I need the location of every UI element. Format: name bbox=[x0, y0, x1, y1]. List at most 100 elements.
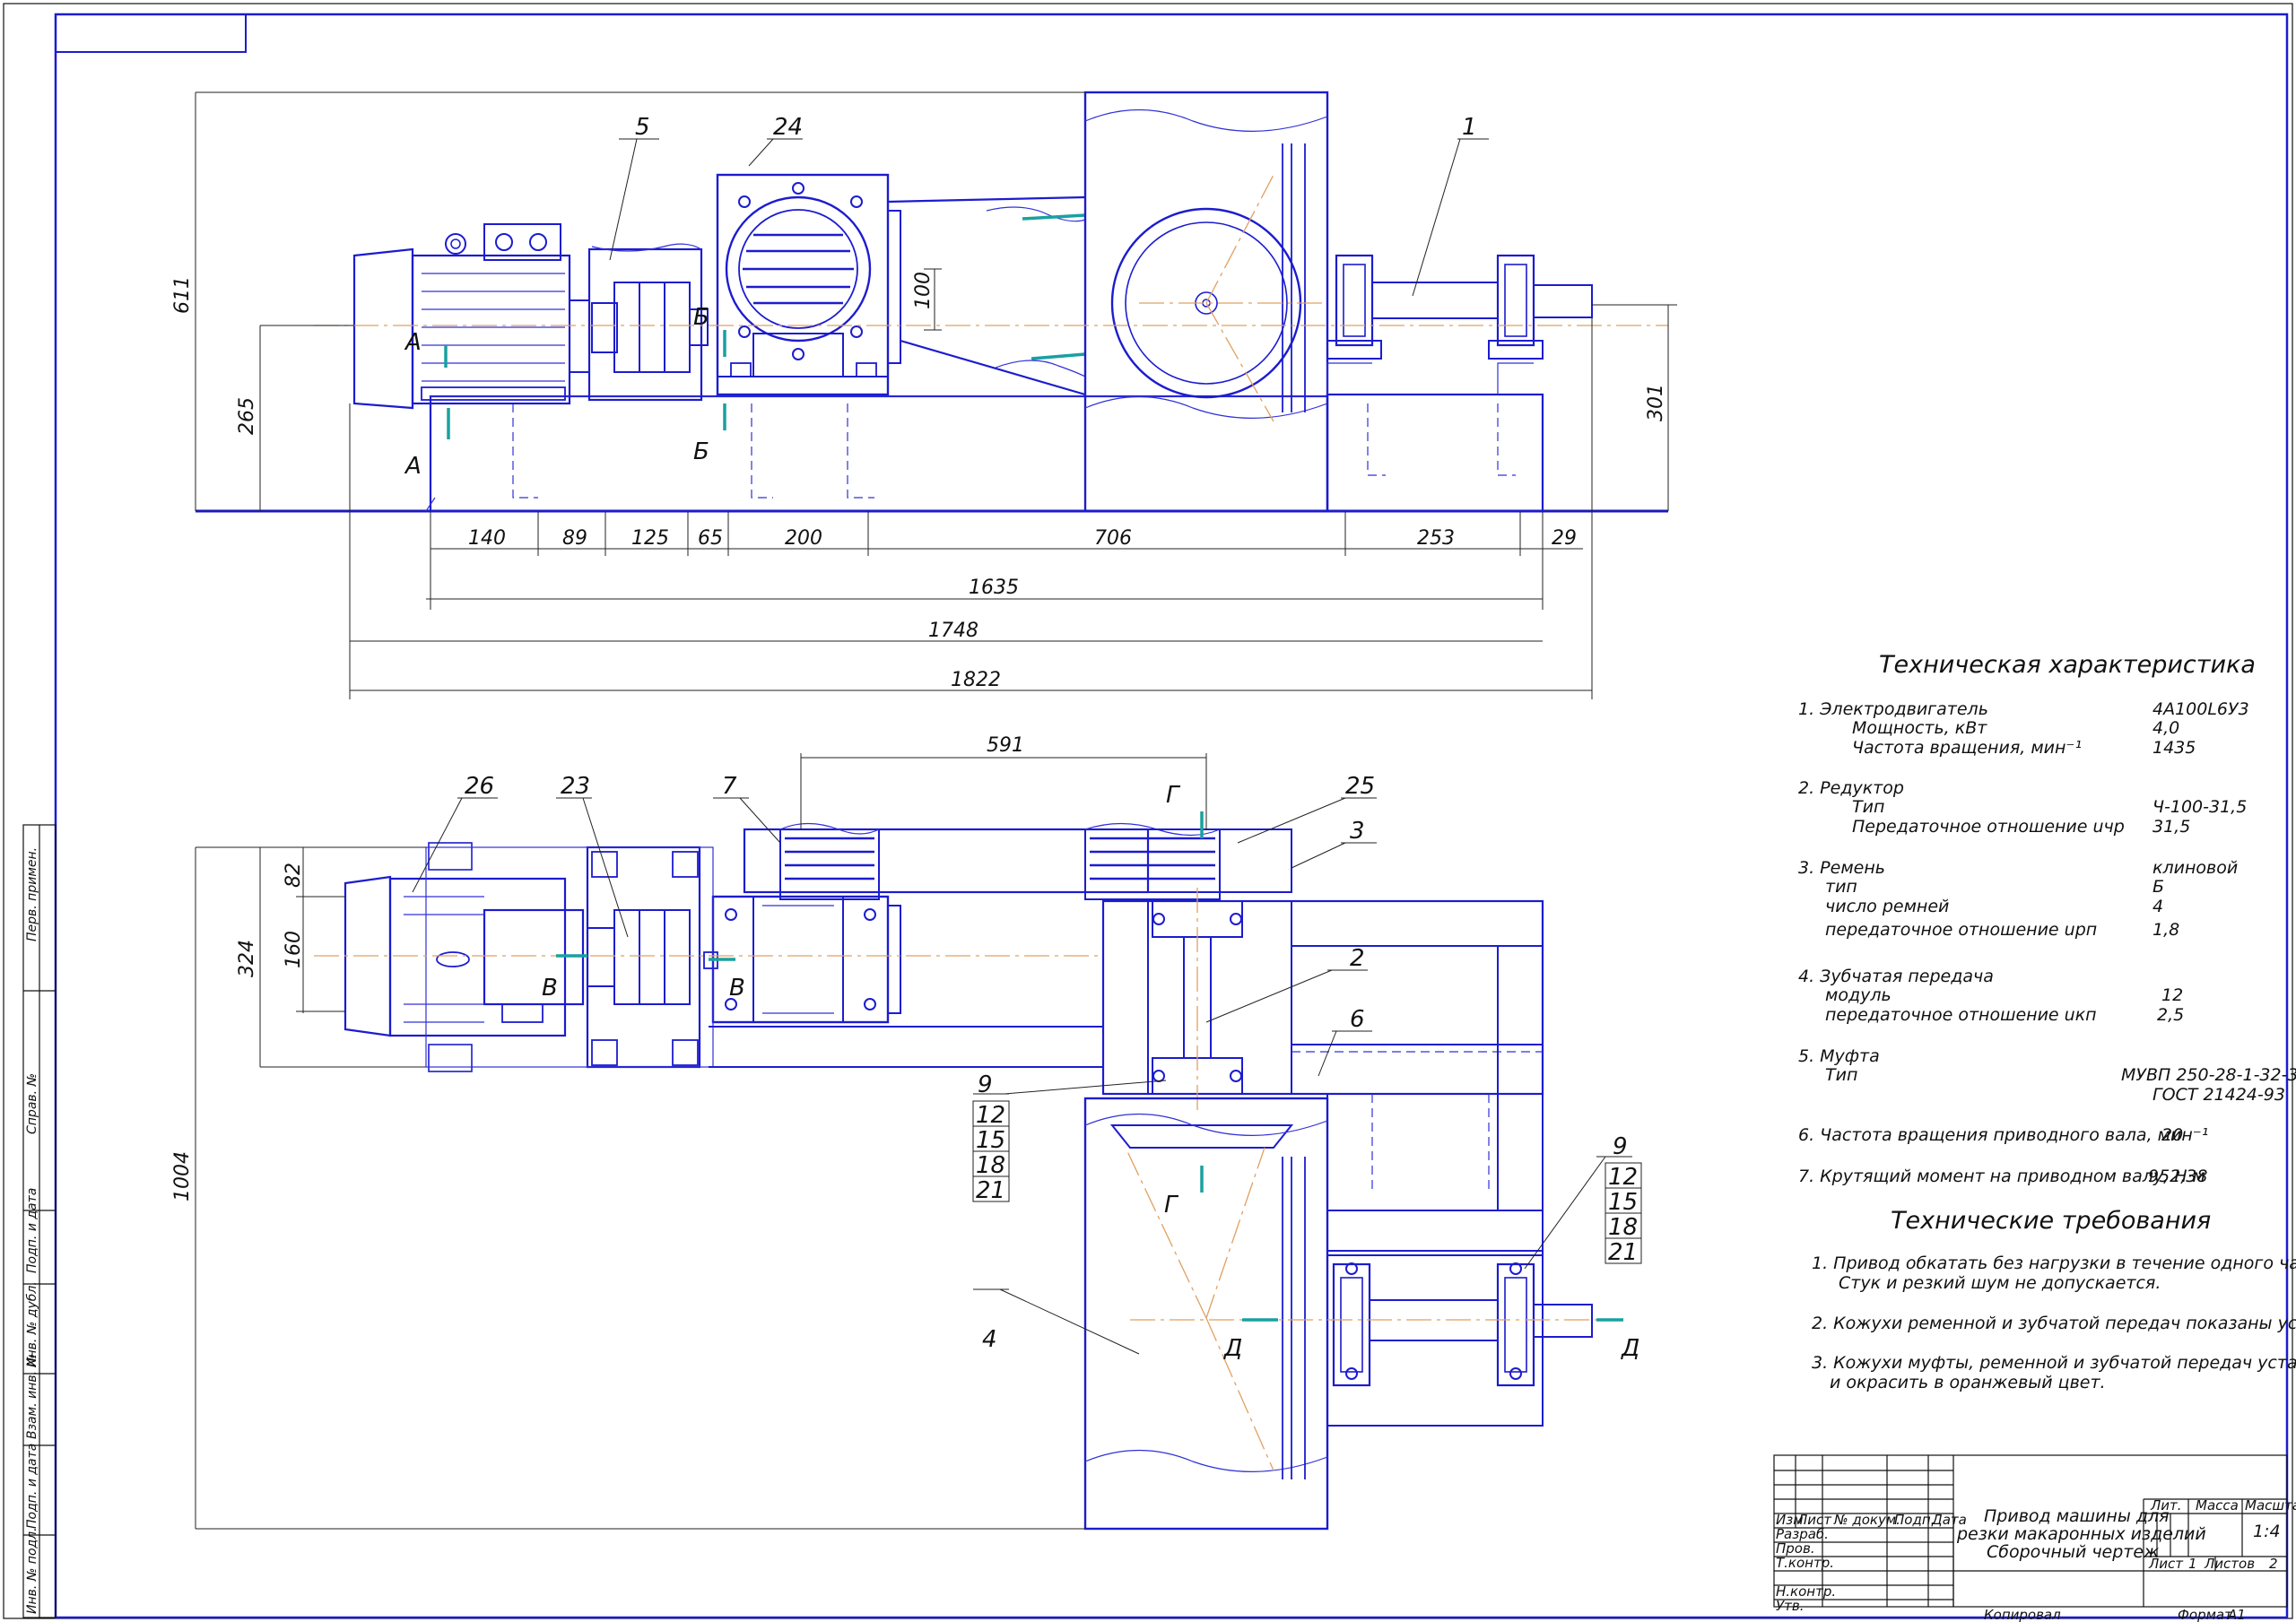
plan-gear-shaft bbox=[1152, 888, 1243, 1112]
title-row-label: Т.контр. bbox=[1776, 1555, 1834, 1571]
dim-label: 591 bbox=[987, 734, 1024, 757]
dim-label: 65 bbox=[698, 527, 723, 550]
tech-spec-label: число ремней bbox=[1825, 897, 1949, 916]
tech-spec-label: тип bbox=[1825, 877, 1857, 897]
title-scale-label: Масштаб bbox=[2245, 1497, 2296, 1514]
section-mark-d: Д bbox=[1223, 1335, 1242, 1362]
tech-spec-value: Б bbox=[2152, 877, 2164, 897]
plan-dimensions bbox=[195, 753, 1207, 1530]
section-mark-a: А bbox=[404, 329, 422, 356]
part-number: 2 bbox=[1350, 945, 1365, 972]
tech-spec-label: 5. Муфта bbox=[1798, 1046, 1880, 1066]
part-number: 6 bbox=[1350, 1006, 1365, 1033]
electric-motor bbox=[352, 223, 590, 410]
part-number: 26 bbox=[465, 773, 494, 800]
plan-hopper bbox=[1083, 1097, 1329, 1531]
section-mark-a: А bbox=[404, 453, 422, 480]
tech-spec-value: 4,0 bbox=[2152, 718, 2179, 738]
section-cuts-plan bbox=[556, 811, 1623, 1322]
dim-label: 160 bbox=[283, 931, 305, 968]
drawing-title: Привод машины для bbox=[1984, 1506, 2170, 1526]
drawing-title: Сборочный чертеж bbox=[1987, 1542, 2159, 1562]
title-sheet-label: Лист bbox=[2148, 1556, 2184, 1572]
section-mark-b: Б bbox=[693, 438, 709, 465]
tech-req-title: Технические требования bbox=[1891, 1207, 2211, 1235]
tech-spec-value: МУВП 250-28-1-32-3 bbox=[2121, 1065, 2296, 1085]
dim-label: 82 bbox=[283, 863, 305, 888]
part-number: 12 bbox=[976, 1102, 1005, 1129]
dim-label: 89 bbox=[562, 527, 587, 550]
coupling bbox=[587, 243, 709, 402]
tech-req-line: 2. Кожухи ременной и зубчатой передач по… bbox=[1812, 1314, 2296, 1333]
title-col-header: № докум. bbox=[1833, 1512, 1900, 1528]
tech-spec-value: 31,5 bbox=[2152, 817, 2190, 837]
tech-spec-title: Техническая характеристика bbox=[1879, 651, 2256, 679]
dim-label: 253 bbox=[1417, 527, 1455, 550]
part-number: 25 bbox=[1345, 773, 1375, 800]
part-number: 15 bbox=[1608, 1189, 1638, 1216]
assembly-drawing-sheet: Перв. примен. Справ. № Подп. и дата Инв.… bbox=[3, 3, 2296, 1622]
worm-gearbox bbox=[716, 173, 901, 396]
tech-spec-value: 1,8 bbox=[2152, 920, 2179, 940]
side-stamp-cell: Справ. № bbox=[25, 1073, 39, 1134]
tech-req-line: 3. Кожухи муфты, ременной и зубчатой пер… bbox=[1812, 1353, 2296, 1373]
tech-spec-label: 3. Ремень bbox=[1798, 858, 1885, 878]
title-format-value: А1 bbox=[2227, 1607, 2246, 1622]
title-row-label: Утв. bbox=[1776, 1598, 1805, 1614]
section-mark-g: Г bbox=[1166, 782, 1181, 809]
tech-spec-value: 952,38 bbox=[2148, 1167, 2207, 1186]
plan-belt-drive bbox=[743, 822, 1292, 900]
drawing-title: резки макаронных изделий bbox=[1956, 1524, 2206, 1544]
part-callouts bbox=[412, 138, 1642, 1355]
part-number: 24 bbox=[773, 114, 803, 141]
part-number: 1 bbox=[1462, 114, 1477, 141]
section-mark-d: Д bbox=[1621, 1335, 1639, 1362]
dim-label: 29 bbox=[1552, 527, 1577, 550]
title-scale-value: 1:4 bbox=[2253, 1522, 2281, 1541]
tech-spec-label: 7. Крутящий момент на приводном валу, Н·… bbox=[1798, 1167, 2205, 1186]
tech-spec-value: 4А100L6У3 bbox=[2152, 699, 2249, 719]
tech-spec-label: Тип bbox=[1825, 1065, 1857, 1085]
tech-requirements-block: Технические требования 1. Привод обкатат… bbox=[1812, 1207, 2296, 1392]
tech-spec-label: Мощность, кВт bbox=[1852, 718, 1987, 738]
side-stamp-cell: Взам. инв. № bbox=[25, 1354, 39, 1439]
part-number: 9 bbox=[978, 1071, 993, 1098]
part-number: 23 bbox=[561, 773, 590, 800]
dim-label: 1004 bbox=[171, 1151, 194, 1201]
section-cuts-front bbox=[444, 330, 726, 439]
tech-spec-label: передаточное отношение uкп bbox=[1825, 1005, 2097, 1025]
dim-label: 324 bbox=[236, 940, 258, 977]
tech-spec-label: модуль bbox=[1825, 985, 1892, 1005]
dim-label: 140 bbox=[468, 527, 506, 550]
part-number: 21 bbox=[976, 1177, 1005, 1204]
title-sheets-value: 2 bbox=[2269, 1556, 2278, 1572]
part-number: 18 bbox=[976, 1152, 1005, 1179]
dim-label: 1635 bbox=[969, 577, 1019, 599]
output-shaft bbox=[1326, 254, 1593, 513]
side-stamp-cell: Инв. № подл. bbox=[25, 1527, 39, 1614]
tech-spec-value: 1435 bbox=[2152, 738, 2196, 758]
side-stamp-cell: Подп. и дата bbox=[25, 1188, 39, 1273]
part-number: 4 bbox=[982, 1326, 997, 1353]
tech-spec-value: 4 bbox=[2152, 897, 2163, 916]
dim-label: 125 bbox=[631, 527, 669, 550]
title-mass-label: Масса bbox=[2196, 1497, 2239, 1514]
title-sheets-label: Листов bbox=[2204, 1556, 2255, 1572]
dim-label: 265 bbox=[236, 397, 258, 435]
tech-spec-label: Передаточное отношение uчр bbox=[1852, 817, 2125, 837]
part-number: 7 bbox=[722, 773, 737, 800]
tech-spec-value: клиновой bbox=[2152, 858, 2238, 878]
part-number: 12 bbox=[1608, 1164, 1638, 1191]
section-mark-g: Г bbox=[1164, 1192, 1179, 1219]
dim-label: 706 bbox=[1094, 527, 1132, 550]
side-stamp-cell: Перв. примен. bbox=[25, 847, 39, 941]
dim-label: 1748 bbox=[928, 620, 978, 642]
section-mark-v: В bbox=[542, 975, 558, 1002]
section-mark-b: Б bbox=[693, 304, 709, 331]
tech-req-line: Стук и резкий шум не допускается. bbox=[1839, 1273, 2161, 1293]
dim-label: 100 bbox=[912, 272, 935, 309]
tech-spec-label: Тип bbox=[1852, 797, 1884, 817]
tech-spec-value: 2,5 bbox=[2157, 1005, 2184, 1025]
tech-spec-value: 20 bbox=[2161, 1125, 2183, 1145]
part-number: 15 bbox=[976, 1127, 1005, 1154]
